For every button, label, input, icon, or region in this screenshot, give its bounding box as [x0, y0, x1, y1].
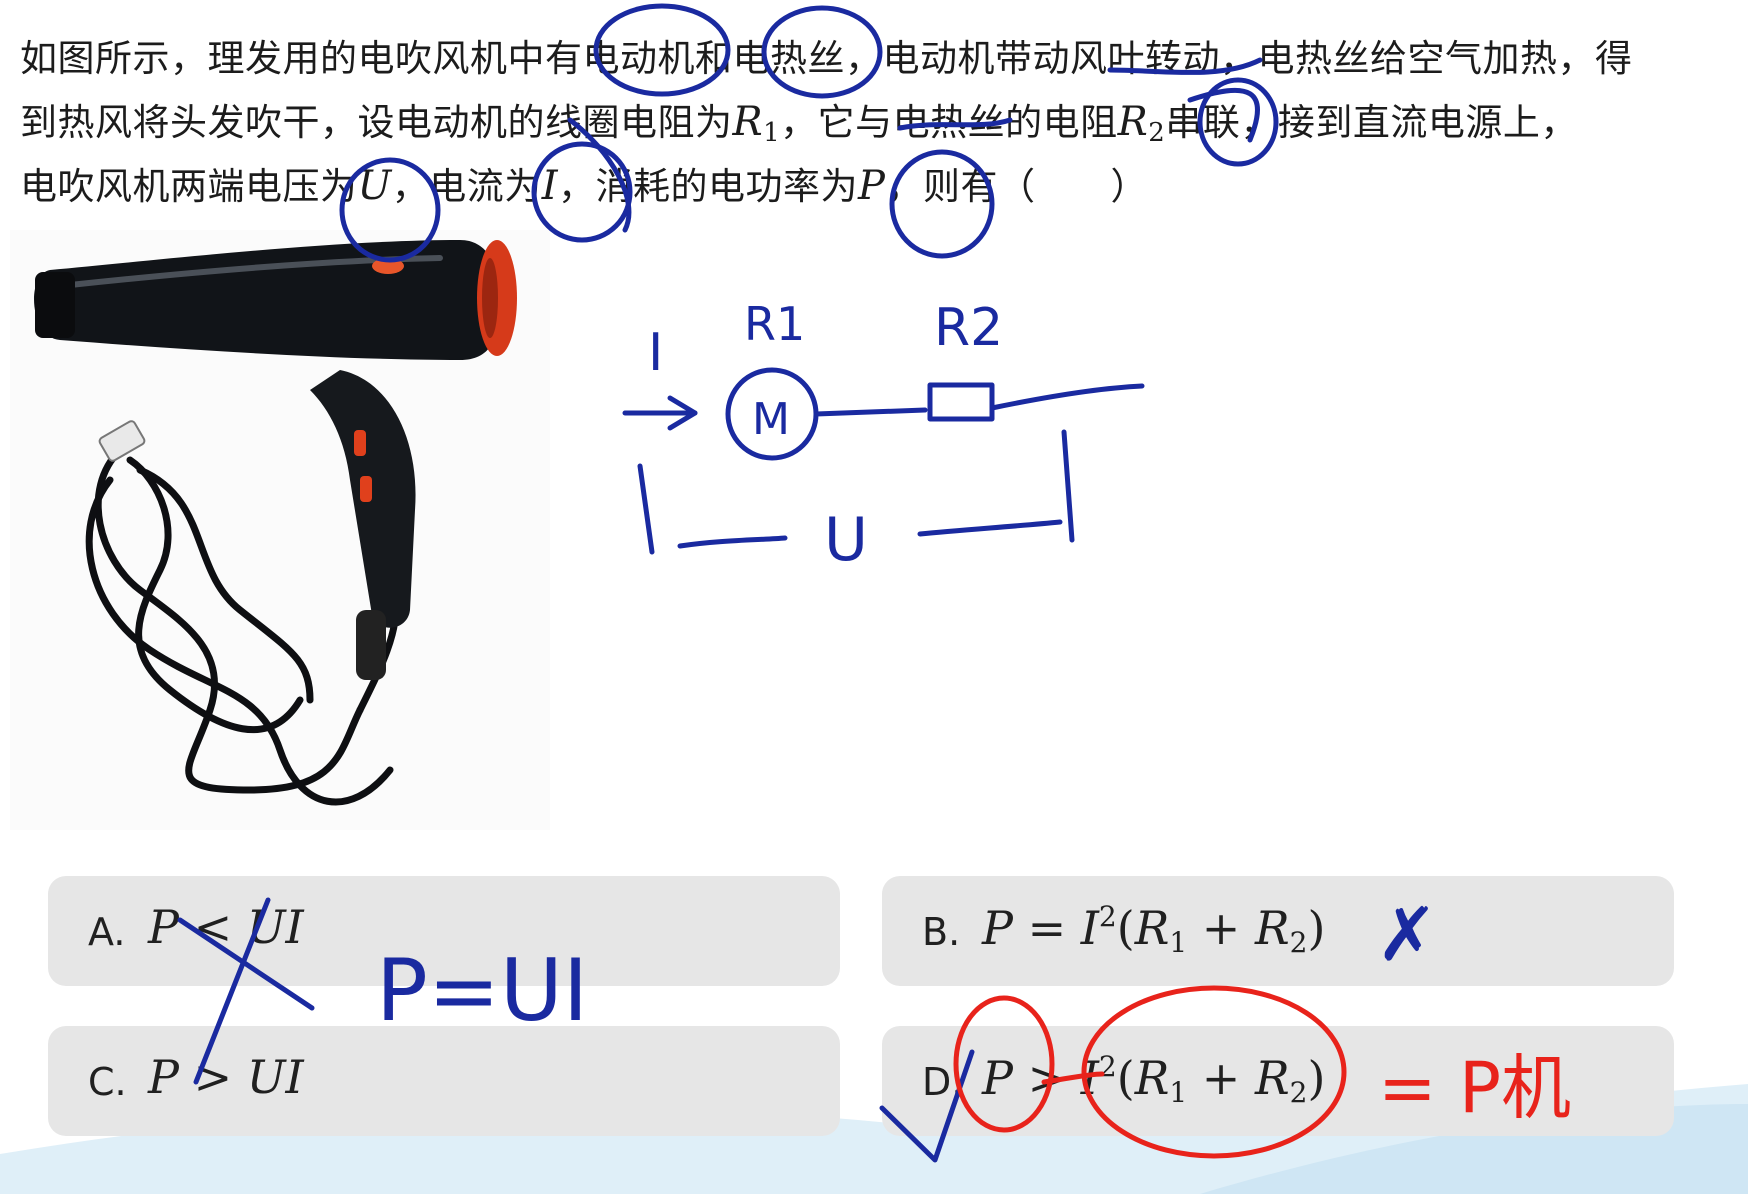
option-letter: C. — [88, 1060, 127, 1104]
wire — [989, 383, 1145, 411]
var-p: P — [858, 163, 886, 209]
voltage-bracket — [637, 463, 655, 555]
question-line-3: 电吹风机两端电压为U，电流为I，消耗的电功率为P，则有（ ） — [20, 156, 1148, 210]
option-d[interactable]: D. P > I2(R1 + R2) — [882, 1026, 1674, 1136]
option-formula: P > I2(R1 + R2) — [982, 1050, 1326, 1109]
option-letter: A. — [88, 910, 126, 954]
hair-dryer-photo — [10, 230, 550, 830]
question-text: 电吹风机两端电压为 — [20, 165, 358, 208]
hw-current-label: I — [648, 323, 663, 383]
hw-motor-label: M — [752, 394, 790, 445]
voltage-bracket — [677, 535, 788, 549]
question-text: 串联，接到直流电源上， — [1165, 101, 1578, 144]
question-text: ，电流为 — [391, 165, 542, 208]
var-r1: R1 — [732, 99, 781, 148]
motor-symbol — [725, 367, 819, 461]
voltage-bracket — [917, 519, 1063, 537]
question-text: 到热风将头发吹干，设电动机的线圈电阻为 — [20, 101, 733, 144]
option-b[interactable]: B. P = I2(R1 + R2) — [882, 876, 1674, 986]
var-i: I — [541, 163, 559, 209]
question-line-2: 到热风将头发吹干，设电动机的线圈电阻为R1，它与电热丝的电阻R2串联，接到直流电… — [20, 92, 1578, 148]
option-a[interactable]: A. P < UI — [48, 876, 840, 986]
question-text: ，它与电热丝的电阻 — [780, 101, 1118, 144]
lesson-slide: 如图所示，理发用的电吹风机中有电动机和电热丝，电动机带动风叶转动，电热丝给空气加… — [0, 0, 1748, 1194]
wire — [813, 407, 928, 417]
option-formula: P = I2(R1 + R2) — [982, 900, 1326, 959]
option-c[interactable]: C. P > UI — [48, 1026, 840, 1136]
question-text: ，则有（ ） — [885, 165, 1148, 208]
option-formula: P < UI — [148, 900, 304, 954]
option-letter: B. — [922, 910, 961, 954]
question-line-1: 如图所示，理发用的电吹风机中有电动机和电热丝，电动机带动风叶转动，电热丝给空气加… — [20, 28, 1633, 82]
hw-voltage-label: U — [824, 505, 868, 575]
voltage-bracket — [1061, 429, 1075, 543]
question-text: ，消耗的电功率为 — [558, 165, 859, 208]
question-text: 如图所示，理发用的电吹风机中有电动机和电热丝，电动机带动风叶转动，电热丝给空气加… — [20, 37, 1633, 80]
hw-r1-label: R1 — [744, 297, 805, 351]
var-u: U — [357, 163, 392, 209]
var-r2: R2 — [1117, 99, 1166, 148]
resistor-symbol — [927, 382, 995, 422]
hw-r2-label: R2 — [934, 298, 1003, 358]
option-letter: D. — [922, 1060, 964, 1104]
option-formula: P > UI — [148, 1050, 304, 1104]
current-arrow — [667, 395, 698, 431]
